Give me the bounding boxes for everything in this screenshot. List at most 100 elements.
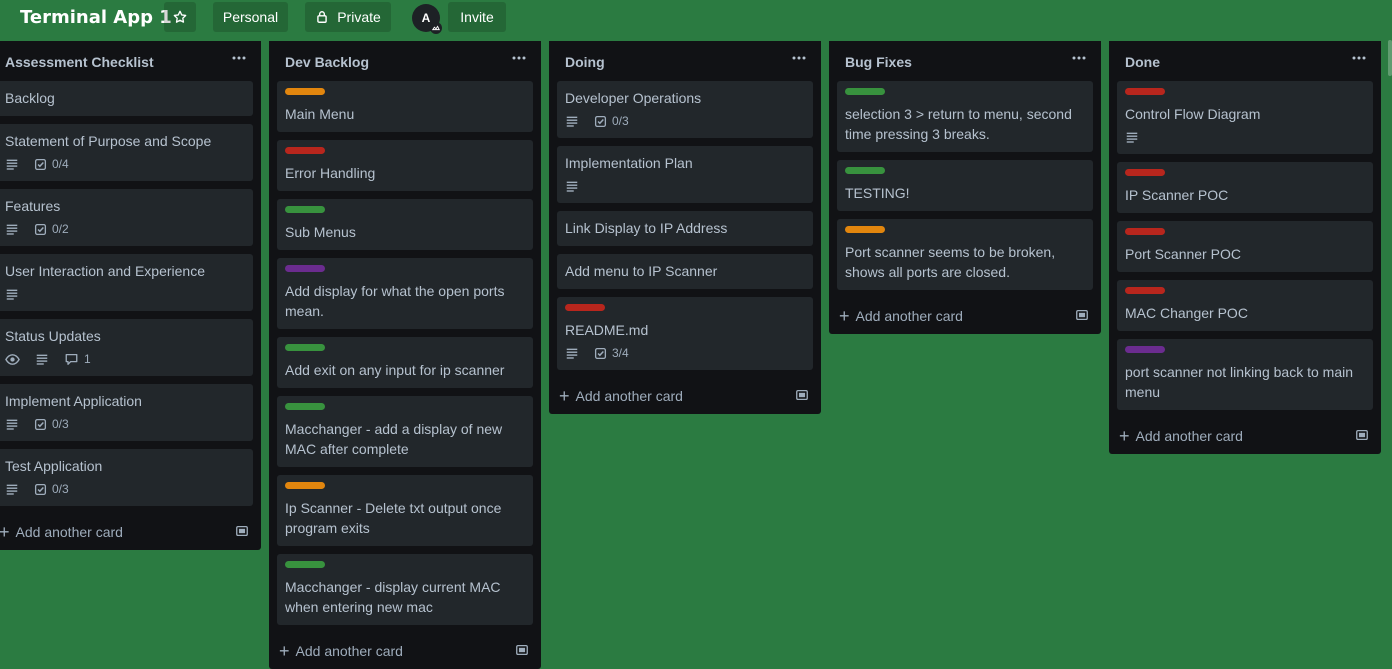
list-menu-button[interactable] [229,51,249,67]
description-icon [566,181,578,192]
eye-icon [5,353,20,365]
card[interactable]: Implementation Plan [557,146,813,203]
list-title[interactable]: Bug Fixes [845,54,912,70]
add-card-button[interactable]: + Add another card [277,639,403,663]
card[interactable]: Ip Scanner - Delete txt output once prog… [277,475,533,546]
card-badges: 0/3 [5,415,245,433]
add-card-button[interactable]: + Add another card [1117,424,1243,448]
create-from-template-button[interactable] [1355,428,1369,447]
list-menu-button[interactable] [1069,51,1089,67]
add-card-label: Add another card [855,308,963,324]
card[interactable]: port scanner not linking back to main me… [1117,339,1373,410]
card[interactable]: README.md 3/4 [557,297,813,370]
card-title: IP Scanner POC [1125,187,1229,203]
card-label-green[interactable] [845,167,885,174]
card[interactable]: Sub Menus [277,199,533,250]
card-title: port scanner not linking back to main me… [1125,364,1354,400]
more-icon [1352,56,1366,60]
card[interactable]: Main Menu [277,81,533,132]
create-from-template-button[interactable] [795,388,809,407]
add-card-button[interactable]: + Add another card [0,520,123,544]
card-label-orange[interactable] [285,482,325,489]
card-label-green[interactable] [285,344,325,351]
card[interactable]: Control Flow Diagram [1117,81,1373,154]
plus-icon: + [839,306,850,326]
card[interactable]: TESTING! [837,160,1093,211]
card[interactable]: Developer Operations 0/3 [557,81,813,138]
list-dev-backlog: Dev Backlog Main Menu Error Handling Sub Me… [269,41,541,669]
workspace-button[interactable]: Personal [213,2,288,32]
description-icon [566,116,578,127]
card-title: Statement of Purpose and Scope [5,133,212,149]
card[interactable]: Link Display to IP Address [557,211,813,246]
card[interactable]: Macchanger - add a display of new MAC af… [277,396,533,467]
avatar-initial: A [421,11,431,25]
checklist-icon [34,223,47,235]
create-from-template-button[interactable] [235,524,249,543]
description-icon [6,159,18,170]
card[interactable]: Status Updates 1 [0,319,253,376]
card[interactable]: IP Scanner POC [1117,162,1373,213]
card[interactable]: User Interaction and Experience [0,254,253,311]
card-title: MAC Changer POC [1125,305,1248,321]
card[interactable]: MAC Changer POC [1117,280,1373,331]
add-card-button[interactable]: + Add another card [837,304,963,328]
card-label-red[interactable] [1125,228,1165,235]
card-label-purple[interactable] [1125,346,1165,353]
card-label-red[interactable] [285,147,325,154]
card[interactable]: Add exit on any input for ip scanner [277,337,533,388]
card[interactable]: Statement of Purpose and Scope 0/4 [0,124,253,181]
card-title: Port scanner seems to be broken, shows a… [845,244,1056,280]
card-label-red[interactable] [1125,88,1165,95]
visibility-button[interactable]: Private [305,2,391,32]
card-title: Status Updates [5,328,101,344]
checklist-count: 0/3 [612,114,629,128]
create-from-template-button[interactable] [515,643,529,662]
card[interactable]: Backlog [0,81,253,116]
visibility-label: Private [337,9,381,25]
card[interactable]: Add display for what the open ports mean… [277,258,533,329]
card-badges [565,177,805,195]
card[interactable]: Test Application 0/3 [0,449,253,506]
list-title[interactable]: Done [1125,54,1160,70]
list-title[interactable]: Doing [565,54,605,70]
card[interactable]: Port Scanner POC [1117,221,1373,272]
list-menu-button[interactable] [509,51,529,67]
card-label-orange[interactable] [845,226,885,233]
list-menu-button[interactable] [1349,51,1369,67]
card-label-red[interactable] [1125,169,1165,176]
card-list: Control Flow Diagram IP Scanner POC Port S… [1109,81,1381,410]
card[interactable]: Port scanner seems to be broken, shows a… [837,219,1093,290]
create-from-template-button[interactable] [1075,308,1089,327]
card-label-red[interactable] [1125,287,1165,294]
list-title[interactable]: Assessment Checklist [5,54,154,70]
card[interactable]: selection 3 > return to menu, second tim… [837,81,1093,152]
card-title: Add menu to IP Scanner [565,263,718,279]
card-label-green[interactable] [285,206,325,213]
card-label-green[interactable] [285,403,325,410]
card[interactable]: Features 0/2 [0,189,253,246]
card-label-green[interactable] [845,88,885,95]
invite-button[interactable]: Invite [448,2,506,32]
card[interactable]: Error Handling [277,140,533,191]
avatar[interactable]: A [412,4,442,34]
description-badge [1125,130,1144,144]
card[interactable]: Implement Application 0/3 [0,384,253,441]
card-title: selection 3 > return to menu, second tim… [845,106,1072,142]
board-scrollbar[interactable] [1388,40,1392,76]
list-menu-button[interactable] [789,51,809,67]
board-title[interactable]: Terminal App 1 [20,7,172,28]
list-title[interactable]: Dev Backlog [285,54,369,70]
more-icon [512,56,526,60]
card-label-orange[interactable] [285,88,325,95]
card-label-purple[interactable] [285,265,325,272]
card-label-red[interactable] [565,304,605,311]
add-card-button[interactable]: + Add another card [557,384,683,408]
card[interactable]: Macchanger - display current MAC when en… [277,554,533,625]
card-label-green[interactable] [285,561,325,568]
add-card-label: Add another card [575,388,683,404]
plus-icon: + [559,386,570,406]
star-button[interactable] [164,2,196,32]
card[interactable]: Add menu to IP Scanner [557,254,813,289]
checklist-badge: 0/3 [594,114,629,128]
